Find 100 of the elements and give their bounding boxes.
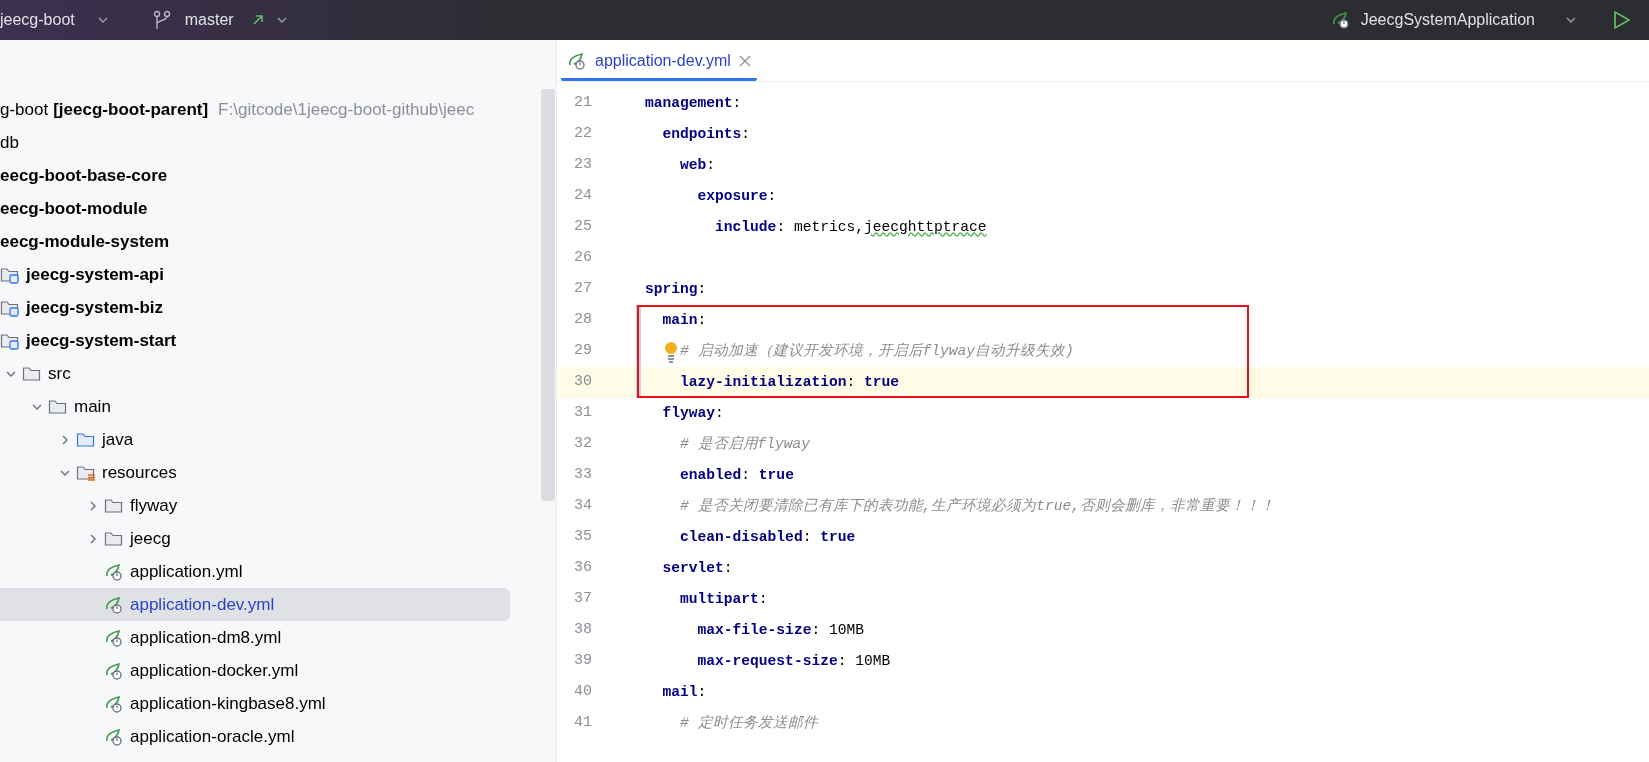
tree-row[interactable]: application-kingbase8.yml [0, 687, 510, 720]
spring-file-icon [567, 50, 587, 71]
line-number: 35 [573, 527, 592, 548]
tree-item-label: jeecg-system-start [26, 329, 177, 352]
code-token: exposure [696, 186, 768, 206]
tree-row[interactable]: main [0, 390, 510, 423]
line-number: 33 [573, 465, 592, 486]
editor-tab[interactable]: application-dev.yml [561, 43, 757, 81]
code-token: endpoints [661, 124, 742, 144]
code-token: main [661, 310, 698, 330]
tree-row[interactable]: db [0, 126, 510, 159]
code-comment: # 启动加速（建议开发环境，开启后flyway自动升级失效) [679, 341, 1074, 361]
run-configuration[interactable]: JeecgSystemApplication [1360, 8, 1535, 32]
tree-row[interactable]: jeecg-system-biz [0, 291, 510, 324]
folder-icon [76, 430, 96, 449]
tree-item-label: application-dev.yml [130, 593, 275, 616]
code-token: lazy-initialization [679, 372, 847, 392]
tree-item-label: db [0, 131, 19, 154]
tree-item-label: jeecg-system-biz [26, 296, 163, 319]
code-token: : [767, 186, 777, 206]
tree-item-label: main [74, 395, 111, 418]
tree-row[interactable]: jeecg-system-api [0, 258, 510, 291]
line-number: 32 [573, 434, 592, 455]
tree-row[interactable]: jeecg [0, 522, 510, 555]
module-name: [jeecg-boot-parent] [53, 98, 209, 121]
tree-row[interactable]: flyway [0, 489, 510, 522]
spring-run-icon [1330, 10, 1351, 30]
line-number: 34 [573, 496, 592, 517]
code-token: servlet [661, 558, 724, 578]
code-token: include [714, 217, 777, 237]
tree-item-label: application-dm8.yml [130, 626, 282, 649]
code-comment: # 是否关闭要清除已有库下的表功能,生产环境必须为true,否则会删库，非常重要！！！ [679, 496, 1276, 516]
tree-row[interactable]: jeecg-system-start [0, 324, 510, 357]
tree-item-label: g-boot [0, 98, 49, 121]
code-token: max-file-size [696, 620, 812, 640]
arrow-up-right-icon [251, 14, 264, 26]
tree-row[interactable]: application-docker.yml [0, 654, 510, 687]
code-token: multipart [679, 589, 759, 609]
code-token: 10MB [828, 620, 864, 640]
tree-row[interactable]: application-oracle.yml [0, 720, 510, 753]
code-token: clean-disabled [679, 527, 803, 547]
tree-row[interactable]: eecg-module-system [0, 225, 510, 258]
tree-item-label: application-kingbase8.yml [130, 692, 326, 715]
line-number: 23 [573, 155, 592, 176]
tree-row[interactable]: application-dm8.yml [0, 621, 510, 654]
spring-file-icon [104, 726, 124, 747]
tree-row[interactable]: application-dev.yml [0, 588, 510, 621]
code-token: 10MB [855, 651, 891, 671]
code-token: : [741, 465, 752, 485]
code-token: : [802, 527, 813, 547]
tree-item-label: application-oracle.yml [130, 725, 295, 748]
tree-item-label: application.yml [130, 560, 243, 583]
tree-item-label: src [48, 362, 71, 385]
code-token: flyway [661, 403, 716, 423]
spring-file-icon [104, 693, 124, 714]
tree-row[interactable]: resources [0, 456, 510, 489]
line-number: 30 [573, 372, 592, 393]
line-number: 25 [573, 217, 592, 238]
tree-row[interactable]: src [0, 357, 510, 390]
folder-icon [48, 397, 68, 416]
code-token: mail [661, 682, 698, 702]
code-token: : [697, 310, 707, 330]
tree-item-label: jeecg-system-api [26, 263, 164, 286]
tree-row[interactable]: eecg-boot-module [0, 192, 510, 225]
line-number: 41 [573, 713, 592, 734]
code-token: : [715, 403, 724, 423]
spring-file-icon [104, 561, 124, 582]
code-token: true [758, 465, 794, 485]
code-token: : [837, 651, 848, 671]
folder-icon [104, 529, 124, 548]
project-name[interactable]: jeecg-boot [0, 8, 75, 32]
branch-name[interactable]: master [184, 8, 234, 32]
line-number: 38 [573, 620, 592, 641]
tree-item-label: resources [102, 461, 177, 484]
tree-item-label: flyway [130, 494, 178, 517]
line-number: 39 [573, 651, 592, 672]
tree-row[interactable]: eecg-boot-base-core [0, 159, 510, 192]
tree-item-label: application-docker.yml [130, 659, 299, 682]
line-number: 21 [573, 93, 592, 114]
line-number: 36 [573, 558, 592, 579]
code-token: : [697, 279, 707, 299]
line-number: 24 [573, 186, 592, 207]
branch-icon [152, 10, 171, 30]
tree-row[interactable]: application.yml [0, 555, 510, 588]
line-number: 22 [573, 124, 592, 145]
code-token: : [846, 372, 857, 392]
code-comment: # 是否启用flyway [679, 434, 811, 454]
code-token: : [706, 155, 716, 175]
line-number: 28 [573, 310, 592, 331]
tree-row[interactable]: java [0, 423, 510, 456]
tree-item-label: jeecg [130, 527, 171, 550]
tree-row[interactable]: g-boot [jeecg-boot-parent] F:\gitcode\1jeecg-boot-github\jeec [0, 93, 510, 126]
tree-item-label: eecg-module-system [0, 230, 170, 253]
line-number: 26 [573, 248, 592, 269]
spring-file-icon [104, 660, 124, 681]
code-token: : [758, 589, 768, 609]
line-number: 40 [573, 682, 592, 703]
scrollbar-thumb[interactable] [541, 89, 555, 501]
close-icon [738, 54, 751, 67]
code-token: management [645, 93, 733, 113]
